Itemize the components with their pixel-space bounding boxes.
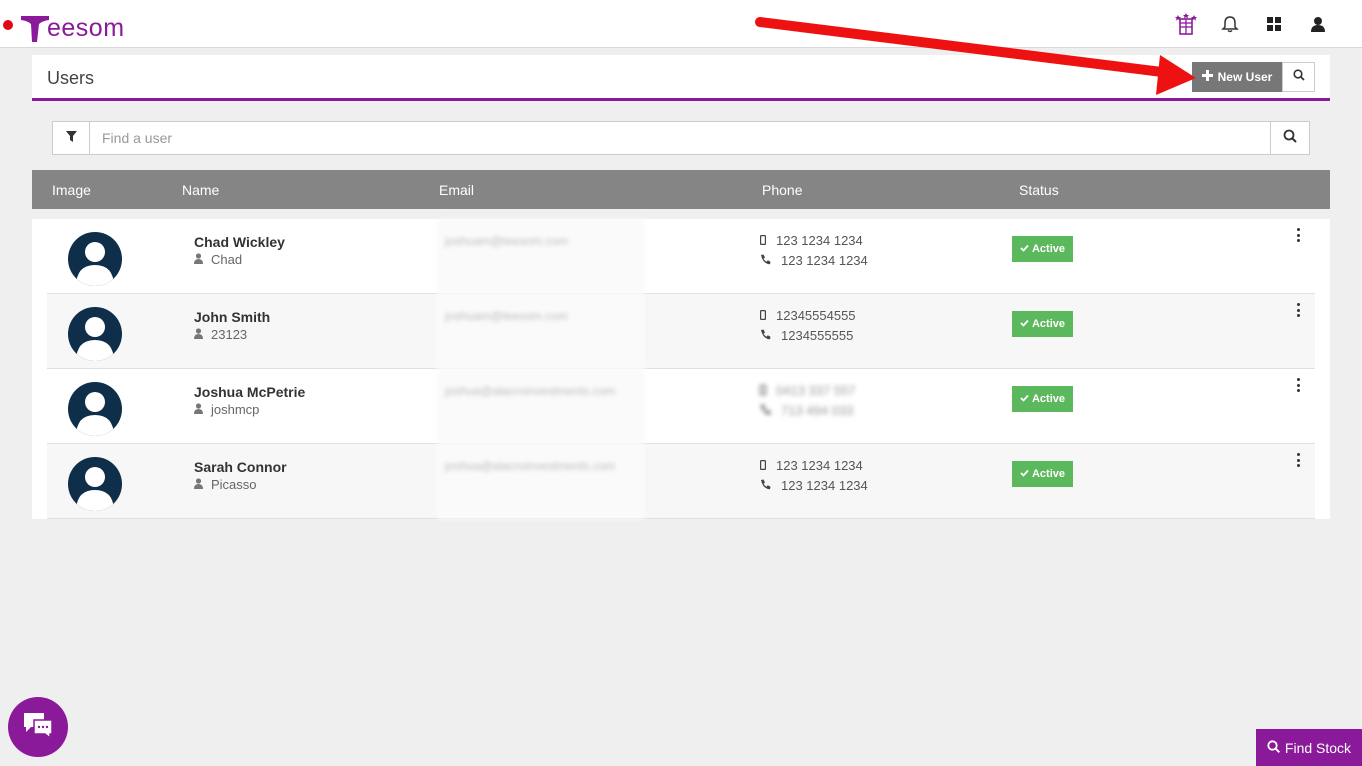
mobile-phone: 123 1234 1234	[776, 458, 863, 473]
mobile-icon	[760, 233, 767, 248]
avatar	[67, 456, 123, 512]
mobile-icon	[760, 458, 767, 473]
table-row[interactable]: Joshua McPetrie joshmcp joshua@alacroinv…	[47, 369, 1315, 444]
check-icon	[1020, 468, 1029, 480]
check-icon	[1020, 318, 1029, 330]
mobile-phone: 12345554555	[776, 308, 856, 323]
column-header-phone[interactable]: Phone	[762, 182, 802, 198]
header-search-button[interactable]	[1282, 62, 1315, 92]
status-badge: Active	[1012, 236, 1073, 262]
user-email: joshuam@teesom.com	[437, 294, 645, 369]
users-header-panel: Users New User	[32, 55, 1330, 101]
user-name[interactable]: Sarah Connor	[194, 459, 287, 475]
user-name[interactable]: Chad Wickley	[194, 234, 285, 250]
mobile-phone: 0413 337 557	[776, 383, 856, 398]
row-menu-icon[interactable]	[1293, 302, 1303, 318]
landline-phone: 123 1234 1234	[781, 253, 868, 268]
user-email: joshuam@teesom.com	[437, 219, 645, 294]
landline-phone: 713 494 033	[781, 403, 854, 418]
table-row[interactable]: John Smith 23123 joshuam@teesom.com 1234…	[47, 294, 1315, 369]
column-header-name[interactable]: Name	[182, 182, 219, 198]
filter-button[interactable]	[53, 122, 90, 154]
avatar	[67, 381, 123, 437]
bell-icon[interactable]	[1208, 10, 1252, 38]
page-title: Users	[47, 68, 95, 88]
check-icon	[1020, 393, 1029, 405]
user-login: Chad	[211, 252, 243, 267]
plus-icon	[1201, 70, 1213, 84]
user-icon[interactable]	[1296, 10, 1340, 38]
find-stock-button[interactable]: Find Stock	[1256, 729, 1362, 766]
user-email: joshua@alacroinvestments.com	[437, 444, 645, 519]
user-name[interactable]: John Smith	[194, 309, 270, 325]
castle-icon[interactable]	[1164, 10, 1208, 38]
row-menu-icon[interactable]	[1293, 377, 1303, 393]
phone-icon	[760, 478, 771, 493]
top-navigation-bar: eesom	[0, 0, 1362, 48]
find-user-input[interactable]	[90, 122, 1270, 154]
row-menu-icon[interactable]	[1293, 227, 1303, 243]
status-label: Active	[1031, 243, 1066, 255]
status-label: Active	[1031, 393, 1066, 405]
search-submit-button[interactable]	[1270, 122, 1309, 154]
search-icon	[1283, 129, 1297, 148]
user-small-icon	[194, 252, 203, 267]
mobile-phone: 123 1234 1234	[776, 233, 863, 248]
column-header-email[interactable]: Email	[439, 182, 474, 198]
status-badge: Active	[1012, 311, 1073, 337]
grid-icon[interactable]	[1252, 10, 1296, 38]
user-small-icon	[194, 327, 203, 342]
users-table-body: Chad Wickley Chad joshuam@teesom.com 123…	[32, 219, 1330, 519]
find-stock-label: Find Stock	[1284, 739, 1352, 756]
notification-dot	[3, 20, 13, 30]
teesom-logo[interactable]: eesom	[20, 9, 125, 43]
user-login: 23123	[211, 327, 248, 342]
table-row[interactable]: Sarah Connor Picasso joshua@alacroinvest…	[47, 444, 1315, 519]
phone-icon	[760, 253, 771, 268]
landline-phone: 123 1234 1234	[781, 478, 868, 493]
logo-t-mark	[20, 13, 50, 43]
search-icon	[1267, 739, 1280, 756]
check-icon	[1020, 243, 1029, 255]
user-email: joshua@alacroinvestments.com	[437, 369, 645, 444]
search-icon	[1292, 68, 1305, 86]
user-login: joshmcp	[211, 402, 260, 417]
column-header-image[interactable]: Image	[52, 182, 91, 198]
logo-text: eesom	[47, 14, 125, 42]
user-search-bar	[52, 121, 1310, 155]
new-user-button[interactable]: New User	[1192, 62, 1282, 92]
user-small-icon	[194, 402, 203, 417]
column-header-status[interactable]: Status	[1019, 182, 1059, 198]
avatar	[67, 306, 123, 362]
user-login: Picasso	[211, 477, 257, 492]
users-table-header: Image Name Email Phone Status	[32, 170, 1330, 209]
row-menu-icon[interactable]	[1293, 452, 1303, 468]
status-label: Active	[1031, 318, 1066, 330]
chat-button[interactable]	[8, 697, 68, 757]
status-label: Active	[1031, 468, 1066, 480]
new-user-label: New User	[1217, 70, 1273, 84]
table-row[interactable]: Chad Wickley Chad joshuam@teesom.com 123…	[47, 219, 1315, 294]
filter-icon	[65, 129, 77, 147]
phone-icon	[760, 328, 771, 343]
chat-icon	[22, 711, 54, 744]
mobile-icon	[760, 383, 767, 398]
landline-phone: 1234555555	[781, 328, 854, 343]
status-badge: Active	[1012, 386, 1073, 412]
user-small-icon	[194, 477, 203, 492]
avatar	[67, 231, 123, 287]
phone-icon	[760, 403, 771, 418]
mobile-icon	[760, 308, 767, 323]
status-badge: Active	[1012, 461, 1073, 487]
user-name[interactable]: Joshua McPetrie	[194, 384, 305, 400]
